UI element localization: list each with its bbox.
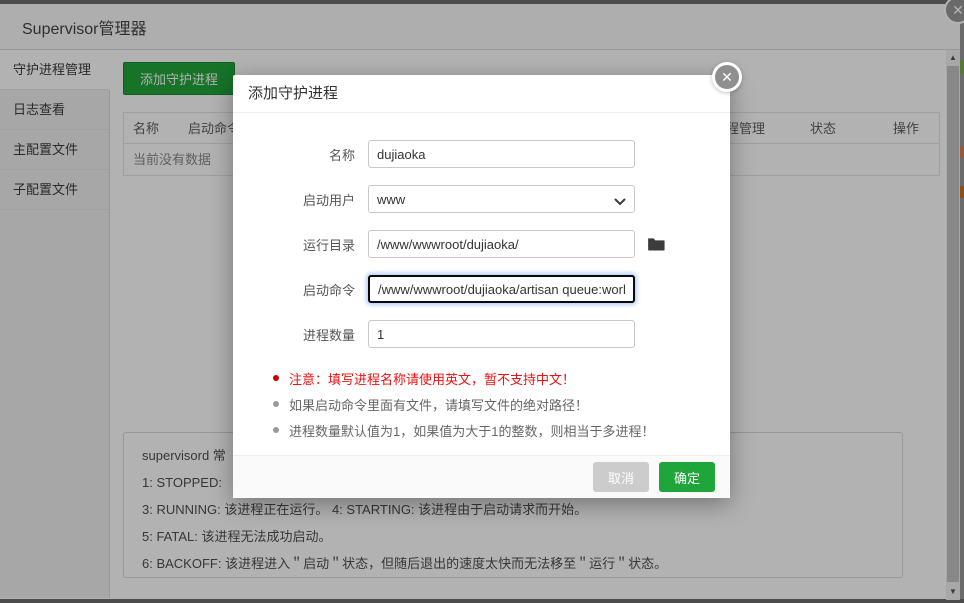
name-label: 名称 xyxy=(233,145,368,164)
note-item: 如果启动命令里面有文件，请填写文件的绝对路径！ xyxy=(273,391,730,417)
confirm-button[interactable]: 确定 xyxy=(659,462,715,492)
note-text: 如果启动命令里面有文件，请填写文件的绝对路径！ xyxy=(289,395,588,414)
form-row-process-count: 进程数量 xyxy=(233,320,730,348)
modal-footer: 取消 确定 xyxy=(233,455,730,498)
bullet-icon xyxy=(273,427,279,433)
run-user-select[interactable]: www xyxy=(368,185,635,213)
command-input[interactable] xyxy=(368,275,635,303)
modal-close-button[interactable]: ✕ xyxy=(712,62,742,92)
form-row-run-user: 启动用户 www xyxy=(233,185,730,213)
modal-title: 添加守护进程 xyxy=(233,75,730,113)
note-warning: 注意：填写进程名称请使用英文，暂不支持中文！ xyxy=(273,365,730,391)
modal-notes: 注意：填写进程名称请使用英文，暂不支持中文！ 如果启动命令里面有文件，请填写文件… xyxy=(233,365,730,443)
process-count-label: 进程数量 xyxy=(233,325,368,344)
note-text: 注意：填写进程名称请使用英文，暂不支持中文！ xyxy=(289,369,575,388)
add-daemon-modal: ✕ 添加守护进程 名称 启动用户 www 运行目录 xyxy=(233,75,730,498)
note-text: 进程数量默认值为1，如果值为大于1的整数，则相当于多进程！ xyxy=(289,421,654,440)
form-row-run-dir: 运行目录 xyxy=(233,230,730,258)
bullet-icon xyxy=(273,375,279,381)
bullet-icon xyxy=(273,401,279,407)
modal-body: 名称 启动用户 www 运行目录 xyxy=(233,113,730,443)
command-label: 启动命令 xyxy=(233,280,368,299)
folder-picker-icon[interactable] xyxy=(647,237,665,251)
form-row-name: 名称 xyxy=(233,140,730,168)
run-user-label: 启动用户 xyxy=(233,190,368,209)
run-dir-label: 运行目录 xyxy=(233,235,368,254)
run-dir-input[interactable] xyxy=(368,230,635,258)
cancel-button[interactable]: 取消 xyxy=(593,462,649,492)
name-input[interactable] xyxy=(368,140,635,168)
close-icon: ✕ xyxy=(721,69,733,86)
process-count-input[interactable] xyxy=(368,320,635,348)
note-item: 进程数量默认值为1，如果值为大于1的整数，则相当于多进程！ xyxy=(273,417,730,443)
form-row-command: 启动命令 xyxy=(233,275,730,303)
